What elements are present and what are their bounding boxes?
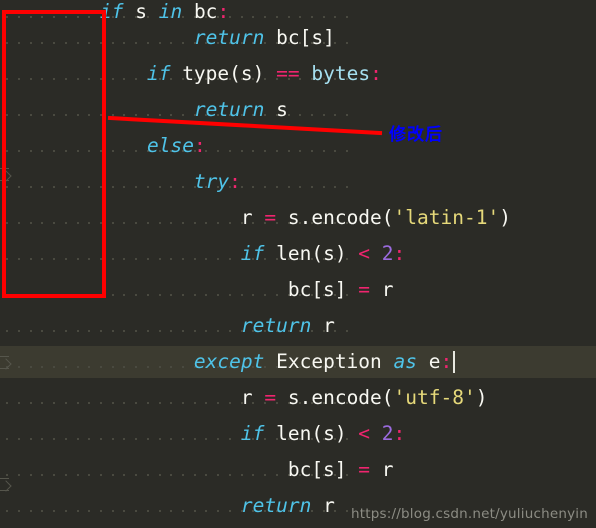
- code-token: bytes: [311, 62, 371, 85]
- code-token: as: [393, 350, 417, 373]
- code-line-text: bc[s] = r: [0, 452, 596, 488]
- code-token: :: [393, 242, 406, 265]
- code-token: bc[s]: [100, 458, 359, 481]
- code-line[interactable]: r = s.encode('utf-8'): [0, 380, 596, 416]
- code-line[interactable]: bc[s] = r: [0, 452, 596, 488]
- code-token: return: [193, 26, 265, 49]
- code-editor-screenshot: if s in bc: return bc[s] if type(s) == b…: [0, 0, 596, 528]
- code-token: =: [264, 206, 277, 229]
- code-token: <: [358, 422, 371, 445]
- code-token: :: [370, 62, 382, 85]
- watermark-url: https://blog.csdn.net/yuliuchenyin: [351, 506, 588, 522]
- code-token: :: [229, 170, 241, 193]
- code-token: return: [240, 494, 312, 517]
- code-token: =: [358, 278, 371, 301]
- code-token: =: [264, 386, 277, 409]
- code-token: ): [499, 206, 511, 229]
- code-token: r: [370, 458, 394, 481]
- code-line-text: except Exception as e:: [0, 344, 596, 380]
- code-token: :: [440, 350, 453, 373]
- code-token: bc[s]: [264, 26, 335, 49]
- code-token: bc[s]: [100, 278, 359, 301]
- code-token: 2: [381, 242, 394, 265]
- code-line[interactable]: except Exception as e:: [0, 344, 596, 380]
- code-line-text: return r: [0, 308, 596, 344]
- code-token: len(s): [264, 242, 359, 265]
- code-token: Exception: [264, 350, 394, 373]
- code-token: s.encode(: [276, 206, 394, 229]
- text-cursor: [452, 351, 455, 373]
- code-token: r: [370, 278, 394, 301]
- code-token: ): [475, 386, 488, 409]
- code-token: return: [240, 314, 312, 337]
- code-token: if: [240, 422, 265, 445]
- code-token: 'latin-1': [393, 206, 500, 229]
- annotation-rectangle: [2, 10, 106, 298]
- annotation-label: 修改后: [389, 125, 443, 145]
- code-token: 2: [381, 422, 394, 445]
- annotation-pointer-line: [107, 115, 383, 136]
- code-token: e: [417, 350, 441, 373]
- code-token: if: [240, 242, 265, 265]
- code-token: 'utf-8': [393, 386, 476, 409]
- code-token: r: [311, 314, 335, 337]
- code-token: :: [393, 422, 406, 445]
- code-token: r: [311, 494, 335, 517]
- code-line-text: r = s.encode('utf-8'): [0, 380, 596, 416]
- code-token: r: [100, 386, 265, 409]
- code-token: s.encode(: [276, 386, 394, 409]
- code-token: except: [193, 350, 265, 373]
- code-line[interactable]: if len(s) < 2:: [0, 416, 596, 452]
- code-token: type(s): [170, 62, 277, 85]
- code-token: <: [358, 242, 371, 265]
- code-line[interactable]: return r: [0, 308, 596, 344]
- code-token: try: [193, 170, 230, 193]
- code-token: ==: [276, 62, 300, 85]
- code-token: r: [100, 206, 265, 229]
- code-token: if: [146, 62, 171, 85]
- code-line-text: if len(s) < 2:: [0, 416, 596, 452]
- code-token: len(s): [264, 422, 359, 445]
- code-token: =: [358, 458, 371, 481]
